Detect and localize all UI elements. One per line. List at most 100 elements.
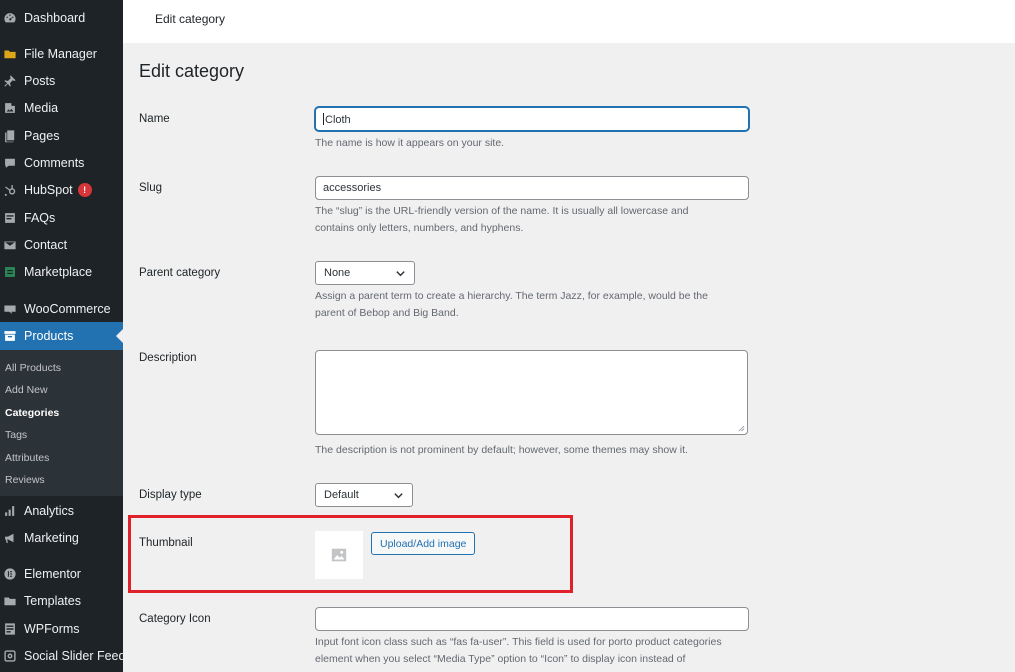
top-bar: Edit category	[123, 0, 1015, 43]
sidebar-item-pages[interactable]: Pages	[0, 123, 123, 149]
sidebar-item-contact[interactable]: Contact	[0, 232, 123, 258]
slug-input-value: accessories	[323, 182, 382, 194]
media-icon	[3, 101, 17, 115]
archive-icon	[3, 329, 17, 343]
notification-badge: !	[77, 183, 92, 197]
comment-icon	[3, 156, 17, 170]
category-icon-help: Input font icon class such as “fas fa-us…	[315, 634, 755, 668]
display-type-value: Default	[324, 489, 359, 501]
sidebar-item-social-slider-feeds[interactable]: Social Slider Feeds	[0, 643, 132, 669]
topbar-title: Edit category	[155, 12, 226, 26]
parent-category-label: Parent category	[139, 267, 221, 279]
sidebar-item-marketplace[interactable]: Marketplace	[0, 259, 123, 285]
thumbnail-preview	[315, 531, 363, 579]
name-help: The name is how it appears on your site.	[315, 137, 505, 149]
sidebar-item-label: Elementor	[24, 567, 81, 581]
resize-handle-icon[interactable]	[738, 425, 745, 432]
chevron-down-icon	[394, 492, 403, 498]
sidebar-item-hubspot[interactable]: HubSpot !	[0, 177, 123, 203]
sidebar-item-faqs[interactable]: FAQs	[0, 205, 123, 231]
name-input-value: Cloth	[325, 114, 351, 126]
parent-category-value: None	[324, 267, 351, 279]
pin-icon	[3, 74, 17, 88]
slug-input[interactable]: accessories	[315, 176, 749, 200]
submenu-tags[interactable]: Tags	[5, 429, 27, 441]
name-input[interactable]: Cloth	[315, 107, 749, 131]
slug-label: Slug	[139, 182, 163, 194]
forms-icon	[3, 622, 17, 636]
chart-icon	[3, 504, 17, 518]
elementor-icon	[3, 567, 17, 581]
name-label: Name	[139, 113, 170, 125]
sidebar-item-wpforms[interactable]: WPForms	[0, 616, 123, 642]
thumbnail-label: Thumbnail	[139, 537, 193, 549]
slug-help: The “slug” is the URL-friendly version o…	[315, 203, 755, 237]
sidebar-item-label: Comments	[24, 156, 85, 170]
category-icon-help-line-2: element when you select “Media Type” opt…	[315, 653, 686, 665]
sidebar-item-label: Dashboard	[24, 11, 86, 25]
display-type-select[interactable]: Default	[315, 483, 413, 507]
submenu-attributes[interactable]: Attributes	[5, 452, 49, 464]
page-title: Edit category	[139, 61, 245, 81]
text-caret	[323, 113, 324, 125]
display-type-label: Display type	[139, 489, 202, 501]
sidebar-item-products[interactable]: Products	[0, 322, 123, 350]
upload-add-image-button[interactable]: Upload/Add image	[371, 532, 476, 555]
woo-icon	[3, 302, 17, 316]
instagram-icon	[3, 649, 17, 663]
hubspot-icon	[3, 183, 17, 197]
sidebar-item-file-manager[interactable]: File Manager	[0, 41, 123, 67]
sidebar-item-dashboard[interactable]: Dashboard	[0, 5, 123, 31]
dashboard-icon	[3, 11, 17, 25]
folder-icon	[3, 594, 17, 608]
description-textarea[interactable]	[315, 350, 748, 435]
sidebar-item-label: Marketing	[24, 531, 79, 545]
submenu-all-products[interactable]: All Products	[5, 362, 61, 374]
description-label: Description	[139, 352, 197, 364]
sidebar-item-comments[interactable]: Comments	[0, 150, 123, 176]
marketplace-icon	[3, 265, 17, 279]
sidebar-item-label: WPForms	[24, 622, 80, 636]
sidebar-item-woocommerce[interactable]: WooCommerce	[0, 296, 123, 322]
sidebar-item-label: Posts	[24, 74, 56, 88]
parent-help-line-1: Assign a parent term to create a hierarc…	[315, 290, 708, 302]
sidebar-item-posts[interactable]: Posts	[0, 68, 123, 94]
faq-icon	[3, 211, 17, 225]
parent-category-select[interactable]: None	[315, 261, 415, 285]
sidebar-item-label: HubSpot	[24, 183, 73, 197]
category-icon-help-line-1: Input font icon class such as “fas fa-us…	[315, 636, 722, 648]
admin-sidebar: Dashboard File Manager Posts Media Pages…	[0, 0, 132, 672]
sidebar-item-label: WooCommerce	[24, 302, 111, 316]
sidebar-item-label: File Manager	[24, 47, 97, 61]
sidebar-item-label: Templates	[24, 594, 81, 608]
sidebar-item-analytics[interactable]: Analytics	[0, 498, 123, 524]
megaphone-icon	[3, 531, 17, 545]
sidebar-item-label: Contact	[24, 238, 68, 252]
slug-help-line-1: The “slug” is the URL-friendly version o…	[315, 205, 689, 217]
sidebar-item-label: Products	[24, 329, 74, 343]
sidebar-item-marketing[interactable]: Marketing	[0, 525, 123, 551]
category-icon-label: Category Icon	[139, 613, 211, 625]
folder-icon	[3, 47, 17, 61]
active-indicator	[116, 329, 123, 343]
sidebar-item-media[interactable]: Media	[0, 95, 123, 121]
submenu-categories[interactable]: Categories	[5, 407, 59, 419]
parent-help-line-2: parent of Bebop and Big Band.	[315, 307, 459, 319]
submenu-reviews[interactable]: Reviews	[5, 474, 45, 486]
sidebar-item-label: Analytics	[24, 504, 75, 518]
mail-icon	[3, 238, 17, 252]
pages-icon	[3, 129, 17, 143]
sidebar-item-label: Pages	[24, 129, 60, 143]
slug-help-line-2: contains only letters, numbers, and hyph…	[315, 222, 524, 234]
products-submenu: All Products Add New Categories Tags Att…	[0, 350, 123, 496]
sidebar-item-templates[interactable]: Templates	[0, 588, 123, 614]
chevron-down-icon	[396, 270, 405, 276]
sidebar-item-label: FAQs	[24, 211, 56, 225]
sidebar-item-elementor[interactable]: Elementor	[0, 561, 123, 587]
sidebar-item-label: Marketplace	[24, 265, 93, 279]
description-help: The description is not prominent by defa…	[315, 444, 688, 456]
sidebar-item-label: Media	[24, 101, 59, 115]
category-icon-input[interactable]	[315, 607, 749, 631]
parent-category-help: Assign a parent term to create a hierarc…	[315, 288, 755, 322]
submenu-add-new[interactable]: Add New	[5, 384, 48, 396]
